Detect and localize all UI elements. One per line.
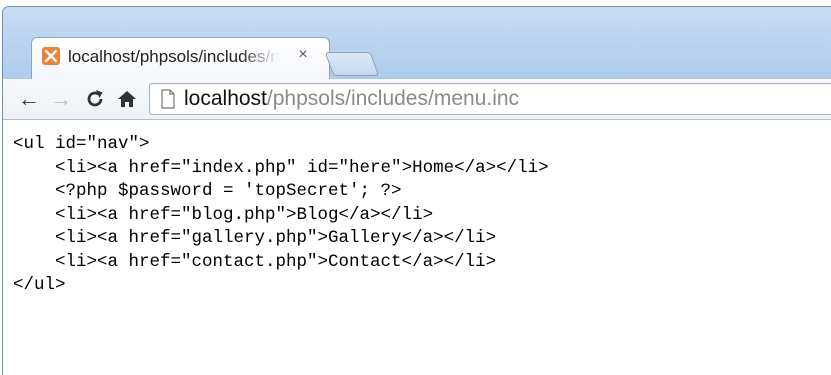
tab-active[interactable]: localhost/phpsols/includes/menu.inc × [31,37,330,80]
code-line: <li><a href="blog.php">Blog</a></li> [13,204,434,225]
code-line: <li><a href="index.php" id="here">Home</… [13,157,549,178]
toolbar: ← → localhost/phpsols/includes/menu.inc [3,79,831,120]
page-icon [160,89,176,114]
code-line: <?php $password = 'topSecret'; ?> [13,181,402,201]
url-path: /phpsols/includes/menu.inc [266,87,520,110]
code-line: <li><a href="contact.php">Contact</a></l… [13,251,497,272]
back-icon[interactable]: ← [17,88,41,110]
tab-strip: localhost/phpsols/includes/menu.inc × [3,7,831,80]
address-bar[interactable]: localhost/phpsols/includes/menu.inc [149,83,831,115]
home-icon[interactable] [115,88,139,110]
url-text: localhost/phpsols/includes/menu.inc [184,87,519,111]
xampp-icon [42,47,60,65]
code-line: </ul> [13,275,66,295]
url-host: localhost [184,87,267,110]
code-line: <li><a href="gallery.php">Gallery</a></l… [13,228,497,248]
page-content: <ul id="nav"> <li><a href="index.php" id… [3,120,831,375]
source-code: <ul id="nav"> <li><a href="index.php" id… [13,133,549,298]
reload-icon[interactable] [83,88,107,110]
close-icon[interactable]: × [295,46,311,64]
new-tab-button[interactable] [324,52,380,76]
tab-title: localhost/phpsols/includes/menu.inc [68,47,278,66]
forward-icon[interactable]: → [49,88,73,110]
browser-window: localhost/phpsols/includes/menu.inc × ← … [2,6,831,375]
code-line: <ul id="nav"> [13,134,150,154]
